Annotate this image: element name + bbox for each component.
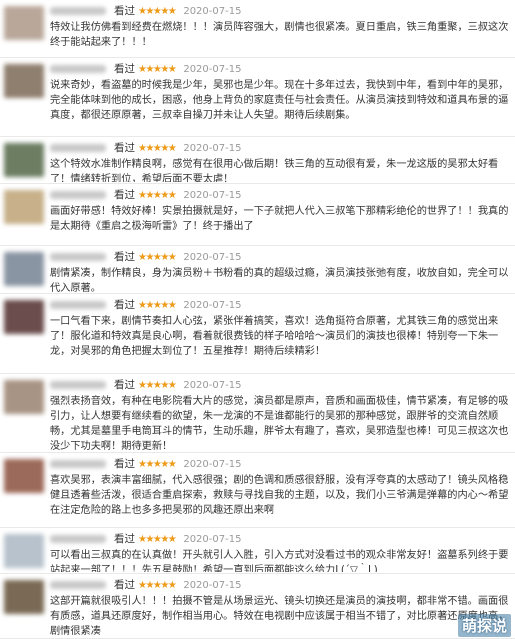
review-text: 可以看出三叔真的在认真做！开头就引人入胜，引入方式对没看过书的观众非常友好！盗墓… — [50, 550, 509, 572]
watch-status: 看过 — [114, 189, 135, 201]
review-item: 看过 ★★★★★ 2020-07-15 说来奇妙，看盗墓的时候我是少年，吴邪也是少年。… — [0, 58, 515, 137]
watch-status: 看过 — [114, 299, 135, 311]
watch-status: 看过 — [114, 533, 135, 545]
username-blurred[interactable] — [50, 253, 106, 261]
review-date: 2020-07-15 — [183, 459, 242, 470]
review-header: 看过 ★★★★★ 2020-07-15 — [50, 250, 241, 264]
review-item: 看过 ★★★★★ 2020-07-15 画面好带感！特效好棒！实景拍摄就是好，一下子就… — [0, 184, 515, 246]
review-header: 看过 ★★★★★ 2020-07-15 — [50, 378, 241, 392]
avatar[interactable] — [4, 252, 44, 286]
avatar[interactable] — [4, 534, 44, 568]
review-date: 2020-07-15 — [183, 534, 242, 545]
review-text: 这个特效水准制作精良啊，感觉有在很用心做后期！铁三角的互动很有爱，朱一龙这版的吴… — [50, 159, 499, 182]
review-item: 看过 ★★★★★ 2020-07-15 剧情紧凑，制作精良，身为演员粉＋书粉看的真的超… — [0, 246, 515, 294]
rating-stars-icon: ★★★★★ — [138, 64, 177, 75]
review-text: 特效让我仿佛看到经费在燃烧！！！演员阵容强大，剧情也很紧凑。夏日重启，铁三角重聚… — [50, 22, 509, 48]
review-header: 看过 ★★★★★ 2020-07-15 — [50, 298, 241, 312]
review-header: 看过 ★★★★★ 2020-07-15 — [50, 457, 241, 471]
review-item: 看过 ★★★★★ 2020-07-15 这个特效水准制作精良啊，感觉有在很用心做后期！… — [0, 137, 515, 184]
avatar[interactable] — [4, 64, 44, 98]
review-item: 看过 ★★★★★ 2020-07-15 特效让我仿佛看到经费在燃烧！！！演员阵容强大，… — [0, 0, 515, 58]
review-item: 看过 ★★★★★ 2020-07-15 这部开篇就很吸引人！！！拍摄不管是从场景运光、… — [0, 574, 515, 639]
username-blurred[interactable] — [50, 581, 106, 589]
review-item: 看过 ★★★★★ 2020-07-15 喜欢吴邪，表演丰富细腻，代入感很强；剧的色调和… — [0, 453, 515, 528]
username-blurred[interactable] — [50, 7, 106, 15]
avatar[interactable] — [4, 380, 44, 414]
watch-status: 看过 — [114, 63, 135, 75]
watch-status: 看过 — [114, 458, 135, 470]
username-blurred[interactable] — [50, 381, 106, 389]
review-item: 看过 ★★★★★ 2020-07-15 可以看出三叔真的在认真做！开头就引人入胜，引入… — [0, 528, 515, 574]
review-date: 2020-07-15 — [183, 580, 242, 591]
avatar[interactable] — [4, 6, 44, 40]
rating-stars-icon: ★★★★★ — [138, 380, 177, 391]
rating-stars-icon: ★★★★★ — [138, 252, 177, 263]
review-date: 2020-07-15 — [183, 380, 242, 391]
review-list: 看过 ★★★★★ 2020-07-15 特效让我仿佛看到经费在燃烧！！！演员阵容强大，… — [0, 0, 515, 639]
rating-stars-icon: ★★★★★ — [138, 300, 177, 311]
rating-stars-icon: ★★★★★ — [138, 143, 177, 154]
username-blurred[interactable] — [50, 191, 106, 199]
review-text: 一口气看下来，剧情节奏扣人心弦，紧张伴着搞笑，喜欢！选角挺符合原著，尤其铁三角的… — [50, 316, 499, 357]
watch-status: 看过 — [114, 251, 135, 263]
rating-stars-icon: ★★★★★ — [138, 580, 177, 591]
review-text: 强烈表扬音效，有种在电影院看大片的感觉，演员都是原声，音质和画面极佳，情节紧凑，… — [50, 396, 509, 451]
rating-stars-icon: ★★★★★ — [138, 190, 177, 201]
review-date: 2020-07-15 — [183, 190, 242, 201]
review-header: 看过 ★★★★★ 2020-07-15 — [50, 532, 241, 546]
watch-status: 看过 — [114, 579, 135, 591]
review-text: 说来奇妙，看盗墓的时候我是少年，吴邪也是少年。现在十多年过去，我快到中年，看到中… — [50, 80, 509, 121]
watch-status: 看过 — [114, 5, 135, 17]
review-date: 2020-07-15 — [183, 6, 242, 17]
review-date: 2020-07-15 — [183, 252, 242, 263]
review-header: 看过 ★★★★★ 2020-07-15 — [50, 188, 241, 202]
review-date: 2020-07-15 — [183, 64, 242, 75]
review-header: 看过 ★★★★★ 2020-07-15 — [50, 141, 241, 155]
username-blurred[interactable] — [50, 535, 106, 543]
username-blurred[interactable] — [50, 65, 106, 73]
username-blurred[interactable] — [50, 301, 106, 309]
review-item: 看过 ★★★★★ 2020-07-15 一口气看下来，剧情节奏扣人心弦，紧张伴着搞笑，… — [0, 294, 515, 374]
rating-stars-icon: ★★★★★ — [138, 6, 177, 17]
rating-stars-icon: ★★★★★ — [138, 534, 177, 545]
review-header: 看过 ★★★★★ 2020-07-15 — [50, 578, 241, 592]
review-date: 2020-07-15 — [183, 300, 242, 311]
avatar[interactable] — [4, 300, 44, 334]
avatar[interactable] — [4, 459, 44, 493]
avatar[interactable] — [4, 143, 44, 177]
review-item: 看过 ★★★★★ 2020-07-15 强烈表扬音效，有种在电影院看大片的感觉，演员都… — [0, 374, 515, 453]
review-date: 2020-07-15 — [183, 143, 242, 154]
username-blurred[interactable] — [50, 144, 106, 152]
rating-stars-icon: ★★★★★ — [138, 459, 177, 470]
review-text: 这部开篇就很吸引人！！！拍摄不管是从场景运光、镜头切换还是演员的演技啊，都非常不… — [50, 596, 509, 637]
avatar[interactable] — [4, 190, 44, 224]
watch-status: 看过 — [114, 142, 135, 154]
site-watermark: 萌探说 — [457, 614, 511, 637]
review-text: 喜欢吴邪，表演丰富细腻，代入感很强；剧的色调和质感很舒服，没有浮夸真的太感动了！… — [50, 475, 509, 516]
avatar[interactable] — [4, 580, 44, 614]
review-header: 看过 ★★★★★ 2020-07-15 — [50, 62, 241, 76]
review-text: 画面好带感！特效好棒！实景拍摄就是好，一下子就把人代入三叔笔下那精彩绝伦的世界了… — [50, 206, 509, 232]
review-header: 看过 ★★★★★ 2020-07-15 — [50, 4, 241, 18]
watch-status: 看过 — [114, 379, 135, 391]
username-blurred[interactable] — [50, 460, 106, 468]
review-text: 剧情紧凑，制作精良，身为演员粉＋书粉看的真的超级过瘾，演员演技张弛有度，收放自如… — [50, 268, 509, 292]
